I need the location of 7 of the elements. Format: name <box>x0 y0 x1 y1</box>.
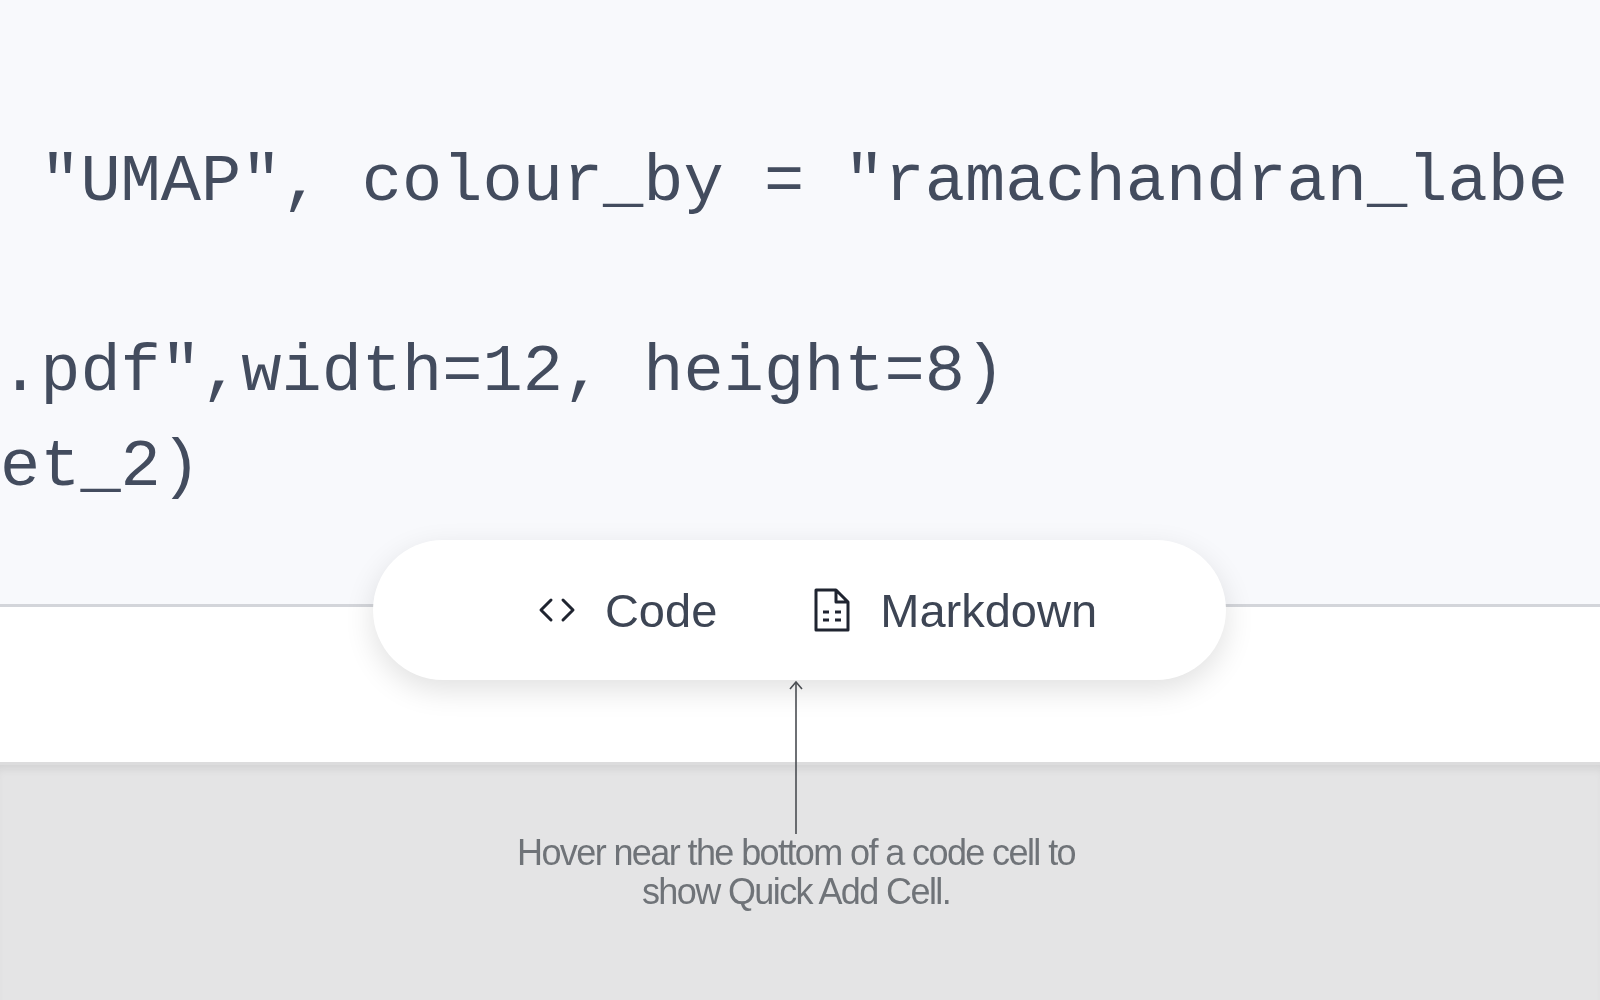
code-line: .pdf",width=12, height=8) <box>0 333 1006 412</box>
document-icon <box>812 586 853 634</box>
add-markdown-button[interactable]: Markdown <box>812 582 1098 638</box>
annotation-text: Hover near the bottom of a code cell to show Quick Add Cell. <box>516 833 1076 911</box>
add-code-button[interactable]: Code <box>536 582 718 638</box>
code-line: et_2) <box>0 428 202 507</box>
code-line: "UMAP", colour_by = "ramachandran_labe <box>39 143 1569 222</box>
